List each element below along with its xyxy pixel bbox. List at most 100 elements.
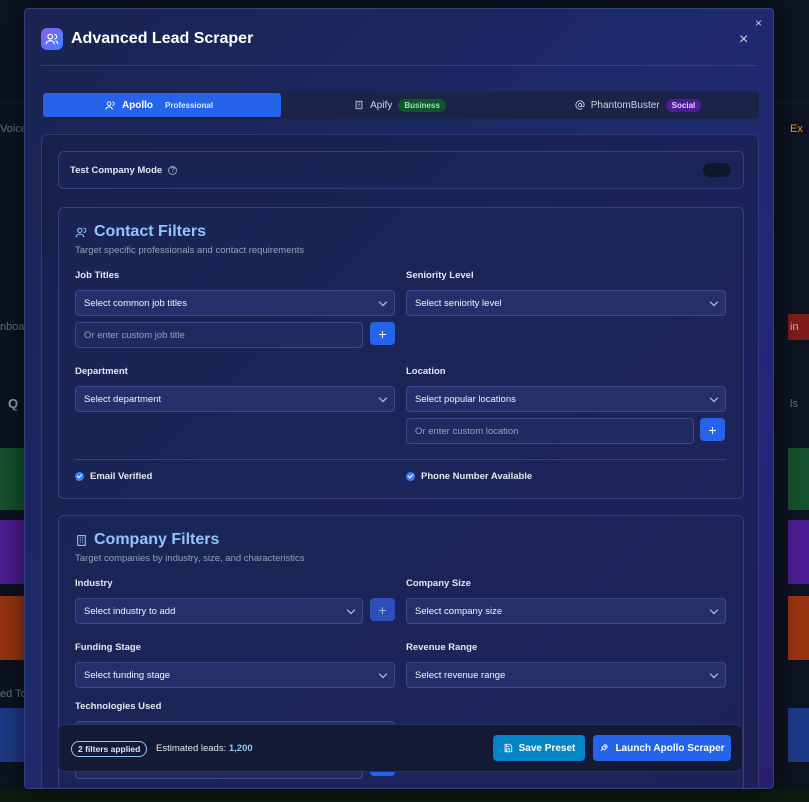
add-industry-button[interactable]: + [370, 598, 395, 621]
select-value: Select industry to add [84, 605, 176, 617]
background-label: in [790, 321, 799, 333]
chevron-down-icon [709, 393, 719, 403]
building-icon [77, 534, 86, 546]
job-titles-label: Job Titles [75, 270, 120, 281]
action-bar: 2 filters applied Estimated leads: 1,200… [58, 724, 743, 772]
contact-filters-subtitle: Target specific professionals and contac… [75, 245, 305, 256]
background-panel-blue [788, 708, 809, 762]
tab-label: Apify [370, 99, 393, 111]
company-filters-title: Company Filters [75, 531, 219, 549]
phone-available-checkbox[interactable]: Phone Number Available [406, 471, 532, 482]
industry-label: Industry [75, 578, 113, 589]
app-logo-icon [41, 28, 63, 50]
check-icon [406, 472, 415, 481]
modal-header: Advanced Lead Scraper [41, 27, 757, 51]
at-icon [575, 100, 585, 110]
chevron-down-icon [709, 605, 719, 615]
filters-applied-badge: 2 filters applied [71, 741, 148, 757]
launch-scraper-button[interactable]: Launch Apollo Scraper [593, 735, 731, 761]
header-divider [41, 65, 757, 66]
email-verified-checkbox[interactable]: Email Verified [75, 471, 152, 482]
revenue-select[interactable]: Select revenue range [406, 662, 726, 688]
modal-title: Advanced Lead Scraper [71, 30, 254, 47]
revenue-label: Revenue Range [406, 642, 478, 653]
background-label: Voice [0, 123, 27, 135]
tab-phantombuster[interactable]: PhantomBuster Social [519, 93, 757, 117]
chevron-down-icon [378, 669, 388, 679]
technologies-label: Technologies Used [75, 701, 162, 712]
location-label: Location [406, 366, 446, 377]
job-titles-select[interactable]: Select common job titles [75, 290, 395, 316]
industry-select[interactable]: Select industry to add [75, 598, 363, 624]
button-label: Save Preset [518, 742, 576, 754]
save-preset-button[interactable]: Save Preset [493, 735, 585, 761]
test-mode-row: Test Company Mode ? [70, 165, 178, 176]
contact-filters-card: Contact Filters Target specific professi… [58, 207, 744, 499]
select-value: Select department [84, 393, 162, 405]
background-panel-orange [0, 596, 24, 660]
company-filters-subtitle: Target companies by industry, size, and … [75, 553, 305, 564]
test-mode-label: Test Company Mode [70, 165, 163, 176]
add-location-button[interactable]: + [700, 418, 725, 441]
background-panel-purple [0, 520, 24, 584]
seniority-select[interactable]: Select seniority level [406, 290, 726, 316]
seniority-label: Seniority Level [406, 270, 474, 281]
tab-label: PhantomBuster [590, 99, 660, 111]
background-label: Ex [790, 123, 803, 135]
custom-job-title-input[interactable]: Or enter custom job title [75, 322, 363, 348]
select-value: Select common job titles [84, 297, 187, 309]
background-label: ed To [0, 688, 27, 700]
test-mode-toggle[interactable] [703, 163, 731, 177]
background-label: ls [790, 398, 798, 410]
section-title-text: Company Filters [94, 531, 220, 548]
select-value: Select funding stage [84, 669, 171, 681]
button-label: Launch Apollo Scraper [615, 742, 725, 754]
background-strip [0, 790, 809, 802]
background-label: nboa [0, 321, 25, 333]
estimated-leads-label: Estimated leads: [156, 743, 227, 754]
chevron-down-icon [709, 297, 719, 307]
section-title-text: Contact Filters [94, 223, 207, 240]
estimated-leads: Estimated leads: 1,200 [156, 743, 253, 754]
estimated-leads-value: 1,200 [228, 743, 253, 754]
chevron-down-icon [378, 297, 388, 307]
tab-badge: Business [398, 98, 446, 112]
check-icon [75, 472, 84, 481]
select-value: Select revenue range [415, 669, 506, 681]
background-panel-purple [788, 520, 809, 584]
location-select[interactable]: Select popular locations [406, 386, 726, 412]
background-panel-orange [788, 596, 809, 660]
provider-tabs: Apollo Professional Apify Business Phant… [41, 91, 759, 119]
tab-apollo[interactable]: Apollo Professional [43, 93, 281, 117]
close-icon[interactable]: × [739, 32, 748, 48]
filters-panel: Test Company Mode ? Contact Filters Targ… [41, 134, 759, 788]
building-icon [355, 100, 363, 110]
funding-label: Funding Stage [75, 642, 141, 653]
background-panel-green [788, 448, 809, 510]
chevron-down-icon [378, 393, 388, 403]
tab-badge: Professional [165, 100, 214, 110]
contact-divider [75, 459, 726, 460]
checkbox-label: Email Verified [90, 471, 153, 482]
tab-apify[interactable]: Apify Business [281, 93, 519, 117]
select-value: Select popular locations [415, 393, 516, 405]
chevron-down-icon [346, 605, 356, 615]
tab-badge: Social [665, 98, 702, 112]
department-label: Department [75, 366, 128, 377]
add-job-title-button[interactable]: + [370, 322, 395, 345]
background-label: Q [8, 396, 19, 411]
company-size-label: Company Size [406, 578, 471, 589]
tab-label: Apollo [121, 99, 154, 111]
select-value: Select company size [415, 605, 503, 617]
custom-location-input[interactable]: Or enter custom location [406, 418, 694, 444]
select-value: Select seniority level [415, 297, 502, 309]
test-mode-card: Test Company Mode ? [58, 151, 744, 189]
rocket-icon [601, 744, 609, 752]
funding-select[interactable]: Select funding stage [75, 662, 395, 688]
help-icon[interactable]: ? [168, 166, 178, 175]
department-select[interactable]: Select department [75, 386, 395, 412]
company-size-select[interactable]: Select company size [406, 598, 726, 624]
background-panel-blue [0, 708, 24, 762]
chevron-down-icon [709, 669, 719, 679]
lead-scraper-modal: × Advanced Lead Scraper × Apollo Profess… [24, 8, 774, 789]
